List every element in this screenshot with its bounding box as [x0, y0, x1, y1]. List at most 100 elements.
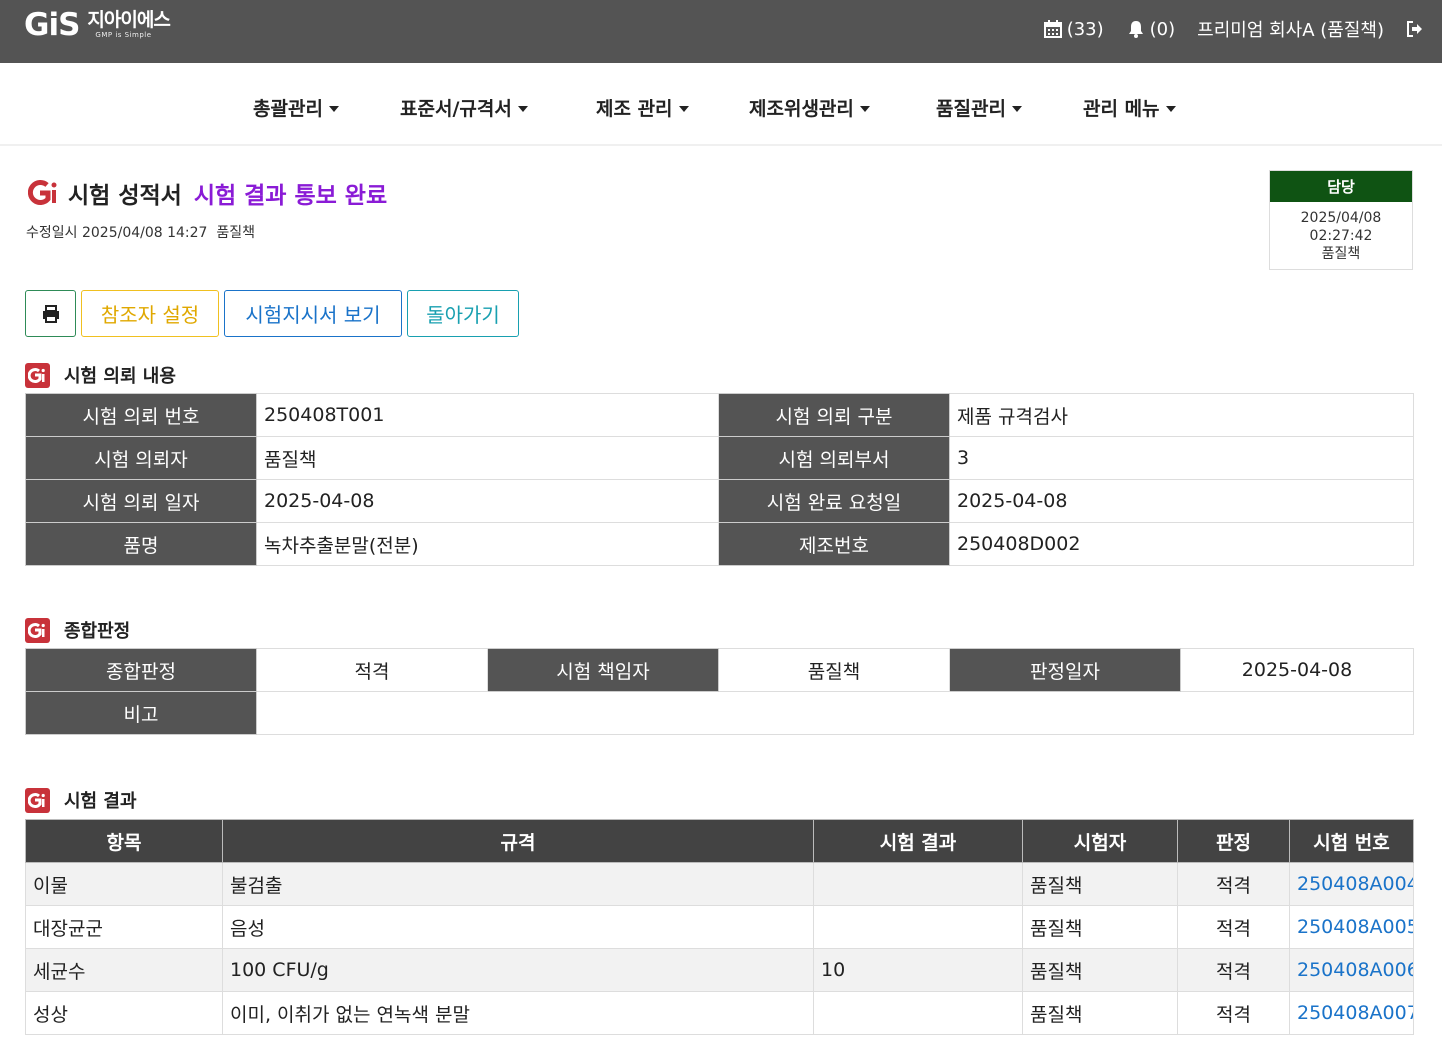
- test-no-link[interactable]: 250408A007: [1289, 991, 1414, 1035]
- calendar-count: (33): [1066, 18, 1104, 40]
- value-note: [256, 691, 1414, 735]
- value-overall-judgement: 적격: [256, 648, 488, 692]
- value-batch-no: 250408D002: [949, 522, 1414, 566]
- caret-down-icon: [328, 105, 339, 112]
- test-no-link[interactable]: 250408A006: [1289, 948, 1414, 992]
- label-request-date: 시험 의뢰 일자: [25, 479, 257, 523]
- column-header-spec[interactable]: 규격: [222, 819, 814, 863]
- caret-down-icon: [678, 105, 689, 112]
- status-text: 시험 결과 통보 완료: [193, 183, 388, 209]
- value-test-manager: 품질책: [718, 648, 950, 692]
- cell-spec: 음성: [222, 905, 814, 949]
- label-request-type: 시험 의뢰 구분: [718, 393, 950, 437]
- logo-mark: GiS: [24, 7, 80, 43]
- approval-box: 담당 2025/04/08 02:27:42 품질책: [1269, 170, 1413, 270]
- label-overall-judgement: 종합판정: [25, 648, 257, 692]
- nav-admin-menu[interactable]: 관리 메뉴: [1083, 94, 1176, 121]
- label-request-dept: 시험 의뢰부서: [718, 436, 950, 480]
- value-request-no: 250408T001: [256, 393, 719, 437]
- gis-section-icon: [25, 787, 50, 813]
- cell-item: 성상: [25, 991, 223, 1035]
- back-button[interactable]: 돌아가기: [407, 290, 519, 337]
- calendar-icon: [1043, 20, 1062, 38]
- caret-down-icon: [1165, 105, 1176, 112]
- approval-time: 02:27:42: [1309, 228, 1373, 244]
- cell-result: [813, 905, 1023, 949]
- table-row: 시험 의뢰자 품질책 시험 의뢰부서 3: [25, 436, 1414, 480]
- label-due-date: 시험 완료 요청일: [718, 479, 950, 523]
- cell-judge: 적격: [1177, 948, 1290, 992]
- value-due-date: 2025-04-08: [949, 479, 1414, 523]
- reference-setting-button[interactable]: 참조자 설정: [81, 290, 219, 337]
- user-menu[interactable]: 프리미엄 회사A (품질책): [1197, 16, 1384, 42]
- table-row: 이물 불검출 품질책 적격 250408A004: [25, 862, 1414, 906]
- results-table: 항목 규격 시험 결과 시험자 판정 시험 번호 이물 불검출 품질책 적격 2…: [25, 819, 1414, 1035]
- cell-judge: 적격: [1177, 862, 1290, 906]
- section-header-results: 시험 결과: [25, 787, 137, 813]
- label-test-manager: 시험 책임자: [487, 648, 719, 692]
- value-request-date: 2025-04-08: [256, 479, 719, 523]
- column-header-test-no[interactable]: 시험 번호: [1289, 819, 1414, 863]
- cell-result: [813, 991, 1023, 1035]
- nav-overall-management[interactable]: 총괄관리: [253, 94, 339, 121]
- section-title: 시험 의뢰 내용: [64, 366, 176, 387]
- nav-hygiene[interactable]: 제조위생관리: [749, 94, 870, 121]
- bell-icon: [1128, 21, 1143, 38]
- column-header-result[interactable]: 시험 결과: [813, 819, 1023, 863]
- page-title: 시험 성적서: [68, 183, 182, 209]
- top-right-tools: (33) (0) 프리미엄 회사A (품질책): [1021, 16, 1428, 42]
- table-row: 시험 의뢰 일자 2025-04-08 시험 완료 요청일 2025-04-08: [25, 479, 1414, 523]
- caret-down-icon: [1011, 105, 1022, 112]
- label-batch-no: 제조번호: [718, 522, 950, 566]
- caret-down-icon: [517, 105, 528, 112]
- value-product-name: 녹차추출분말(전분): [256, 522, 719, 566]
- cell-tester: 품질책: [1022, 905, 1178, 949]
- cell-judge: 적격: [1177, 991, 1290, 1035]
- column-header-item[interactable]: 항목: [25, 819, 223, 863]
- nav-manufacturing[interactable]: 제조 관리: [596, 94, 689, 121]
- test-no-link[interactable]: 250408A004: [1289, 862, 1414, 906]
- approval-body: 2025/04/08 02:27:42 품질책: [1270, 202, 1412, 263]
- table-row: 세균수 100 CFU/g 10 품질책 적격 250408A006: [25, 948, 1414, 992]
- column-header-tester[interactable]: 시험자: [1022, 819, 1178, 863]
- print-button[interactable]: [25, 290, 76, 337]
- section-header-request: 시험 의뢰 내용: [25, 362, 176, 388]
- value-requester: 품질책: [256, 436, 719, 480]
- logo-name: 지아이에스: [87, 9, 170, 31]
- logout-icon: [1407, 21, 1422, 37]
- table-row: 성상 이미, 이취가 없는 연녹색 분말 품질책 적격 250408A007: [25, 991, 1414, 1035]
- nav-standards[interactable]: 표준서/규격서: [400, 94, 528, 121]
- section-title: 시험 결과: [64, 791, 137, 812]
- label-product-name: 품명: [25, 522, 257, 566]
- column-header-judge[interactable]: 판정: [1177, 819, 1290, 863]
- cell-tester: 품질책: [1022, 862, 1178, 906]
- cell-spec: 100 CFU/g: [222, 948, 814, 992]
- cell-item: 이물: [25, 862, 223, 906]
- section-header-judgement: 종합판정: [25, 617, 130, 643]
- nav-quality[interactable]: 품질관리: [936, 94, 1022, 121]
- notification-button[interactable]: (0): [1126, 18, 1176, 40]
- cell-spec: 이미, 이취가 없는 연녹색 분말: [222, 991, 814, 1035]
- view-test-order-button[interactable]: 시험지시서 보기: [224, 290, 402, 337]
- test-no-link[interactable]: 250408A005: [1289, 905, 1414, 949]
- notification-count: (0): [1149, 18, 1176, 40]
- label-note: 비고: [25, 691, 257, 735]
- logout-button[interactable]: [1406, 20, 1428, 38]
- approval-date: 2025/04/08: [1300, 210, 1382, 226]
- table-row: 비고: [25, 691, 1414, 735]
- page-title-row: 시험 성적서 시험 결과 통보 완료: [28, 176, 387, 210]
- cell-item: 대장균군: [25, 905, 223, 949]
- calendar-button[interactable]: (33): [1043, 19, 1104, 40]
- cell-spec: 불검출: [222, 862, 814, 906]
- cell-tester: 품질책: [1022, 991, 1178, 1035]
- label-request-no: 시험 의뢰 번호: [25, 393, 257, 437]
- gis-section-icon: [25, 362, 50, 388]
- approval-name: 품질책: [1321, 246, 1361, 262]
- table-row: 시험 의뢰 번호 250408T001 시험 의뢰 구분 제품 규격검사: [25, 393, 1414, 437]
- section-title: 종합판정: [64, 621, 131, 642]
- main-nav: 총괄관리 표준서/규격서 제조 관리 제조위생관리 품질관리 관리 메뉴: [0, 63, 1442, 146]
- app-logo[interactable]: GiS 지아이에스 GMP is Simple: [24, 7, 171, 43]
- gis-section-icon: [25, 617, 50, 643]
- cell-item: 세균수: [25, 948, 223, 992]
- cell-result: 10: [813, 948, 1023, 992]
